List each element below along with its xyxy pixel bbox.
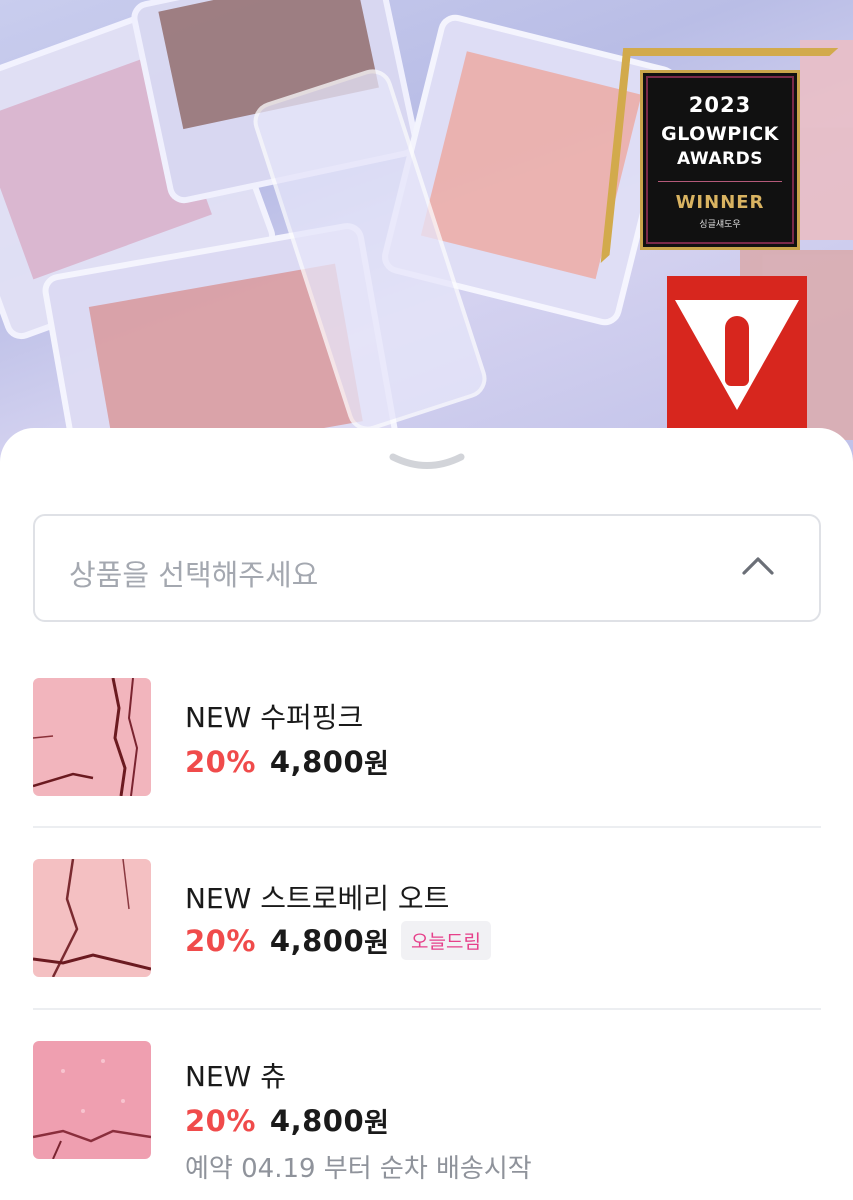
logo-figure-icon	[725, 316, 749, 386]
product-hero-image: 2023 GLOWPICK AWARDS WINNER 싱글섀도우	[0, 0, 853, 470]
product-option-item[interactable]: NEW 츄 20% 4,800 원 예약 04.19 부터 순차 배송시작	[33, 1041, 821, 1191]
sale-price: 4,800	[269, 744, 365, 779]
product-option-item[interactable]: NEW 스트로베리 오트 20% 4,800 원 오늘드림	[33, 859, 821, 977]
award-badge: 2023 GLOWPICK AWARDS WINNER 싱글섀도우	[640, 70, 800, 250]
discount-rate: 20%	[185, 1103, 256, 1138]
product-name: NEW 수퍼핑크	[185, 701, 364, 734]
award-title: AWARDS	[677, 149, 763, 169]
item-divider	[33, 826, 821, 828]
price-row: 20% 4,800 원 오늘드림	[185, 921, 491, 960]
award-brand: GLOWPICK	[661, 123, 779, 145]
product-swatch-image	[33, 1041, 151, 1159]
product-name: NEW 츄	[185, 1060, 286, 1093]
award-year: 2023	[688, 93, 752, 117]
select-placeholder: 상품을 선택해주세요	[69, 558, 319, 592]
reservation-shipping-note: 예약 04.19 부터 순차 배송시작	[185, 1154, 532, 1184]
award-winner: WINNER	[675, 192, 765, 213]
sale-price: 4,800	[269, 923, 365, 958]
product-option-item[interactable]: NEW 수퍼핑크 20% 4,800 원	[33, 678, 821, 796]
currency-unit: 원	[364, 928, 389, 959]
currency-unit: 원	[364, 1108, 389, 1139]
award-category: 싱글섀도우	[699, 220, 741, 230]
discount-rate: 20%	[185, 923, 256, 958]
discount-rate: 20%	[185, 744, 256, 779]
price-row: 20% 4,800 원	[185, 742, 389, 781]
product-swatch-image	[33, 859, 151, 977]
today-delivery-badge: 오늘드림	[401, 921, 491, 960]
product-name: NEW 스트로베리 오트	[185, 882, 450, 915]
brand-logo-tag	[667, 276, 807, 436]
item-divider	[33, 1008, 821, 1010]
option-bottom-sheet: 상품을 선택해주세요 NEW 수퍼핑크 20% 4,800 원 NEW 스트로베…	[0, 428, 853, 1200]
sheet-collapse-handle-icon[interactable]	[389, 452, 465, 472]
price-row: 20% 4,800 원	[185, 1101, 389, 1140]
currency-unit: 원	[364, 749, 389, 780]
award-divider	[658, 181, 782, 182]
chevron-up-icon	[742, 557, 774, 575]
product-select-dropdown[interactable]: 상품을 선택해주세요	[33, 514, 821, 622]
product-swatch-image	[33, 678, 151, 796]
sale-price: 4,800	[269, 1103, 365, 1138]
